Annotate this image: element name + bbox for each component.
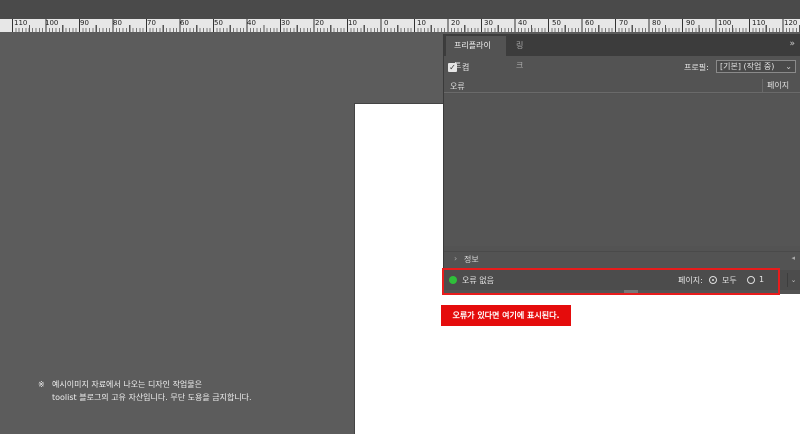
profile-value: [기본] (작업 중)	[720, 62, 775, 71]
ruler-label: 50	[552, 19, 561, 27]
ruler-label: 90	[80, 19, 89, 27]
ruler-label: 20	[315, 19, 324, 27]
note-line1: 예시이미지 자료에서 나오는 디자인 작업물은	[52, 380, 203, 389]
note-line2: toolist 블로그의 고유 자산입니다. 무단 도용을 금지합니다.	[52, 393, 252, 402]
info-section[interactable]: › 정보 ◂	[444, 251, 800, 265]
preflight-panel: 프리플라이트 링크 » ✓ 켬 프로필: [기본] (작업 중) ⌄ 오류 페이…	[443, 34, 800, 294]
ruler-label: 120	[784, 19, 798, 27]
panel-collapse-icon[interactable]: »	[789, 39, 795, 49]
tab-preflight[interactable]: 프리플라이트	[446, 36, 506, 70]
ruler-label: 110	[752, 19, 766, 27]
chevron-right-icon: ›	[454, 254, 458, 263]
ruler-label: 40	[247, 19, 256, 27]
info-label: 정보	[464, 255, 479, 264]
error-list-header: 오류 페이지	[444, 79, 800, 93]
ruler-label: 10	[417, 19, 426, 27]
ruler-label: 70	[619, 19, 628, 27]
ruler-strip: 110 100 90 80 70 60 50 40 30 20 10 0 10 …	[0, 19, 800, 32]
tab-links[interactable]: 링크	[508, 36, 538, 70]
column-page[interactable]: 페이지	[762, 79, 789, 92]
profile-select[interactable]: [기본] (작업 중) ⌄	[716, 60, 796, 73]
highlight-box	[442, 268, 780, 295]
ruler-label: 30	[484, 19, 493, 27]
ruler-label: 80	[652, 19, 661, 27]
ruler-label: 60	[585, 19, 594, 27]
ruler-label: 110	[14, 19, 28, 27]
ruler-label: 70	[147, 19, 156, 27]
ruler-label: 100	[45, 19, 59, 27]
horizontal-ruler[interactable]: 110 100 90 80 70 60 50 40 30 20 10 0 10 …	[0, 0, 800, 32]
ruler-label: 0	[384, 19, 389, 27]
ruler-label: 30	[281, 19, 290, 27]
ruler-label: 20	[451, 19, 460, 27]
column-error[interactable]: 오류	[450, 81, 465, 92]
ruler-label: 10	[348, 19, 357, 27]
callout-label: 오류가 있다면 여기에 표시된다.	[441, 305, 571, 326]
ruler-label: 60	[180, 19, 189, 27]
profile-label: 프로필:	[684, 63, 709, 72]
note-mark: ※	[38, 380, 45, 389]
panel-menu-icon[interactable]: ⌄	[787, 273, 799, 287]
error-list[interactable]	[444, 94, 800, 246]
ruler-label: 100	[718, 19, 732, 27]
chevron-down-icon: ⌄	[785, 62, 792, 71]
collapse-arrow-icon: ◂	[791, 254, 795, 262]
ruler-label: 40	[518, 19, 527, 27]
ruler-label: 80	[113, 19, 122, 27]
ruler-label: 50	[214, 19, 223, 27]
on-label: 켬	[462, 63, 470, 72]
preflight-on-row: ✓ 켬 프로필: [기본] (작업 중) ⌄	[448, 60, 796, 76]
panel-tabbar: 프리플라이트 링크 »	[444, 34, 800, 70]
ruler-label: 90	[686, 19, 695, 27]
on-checkbox[interactable]: ✓	[448, 63, 457, 72]
